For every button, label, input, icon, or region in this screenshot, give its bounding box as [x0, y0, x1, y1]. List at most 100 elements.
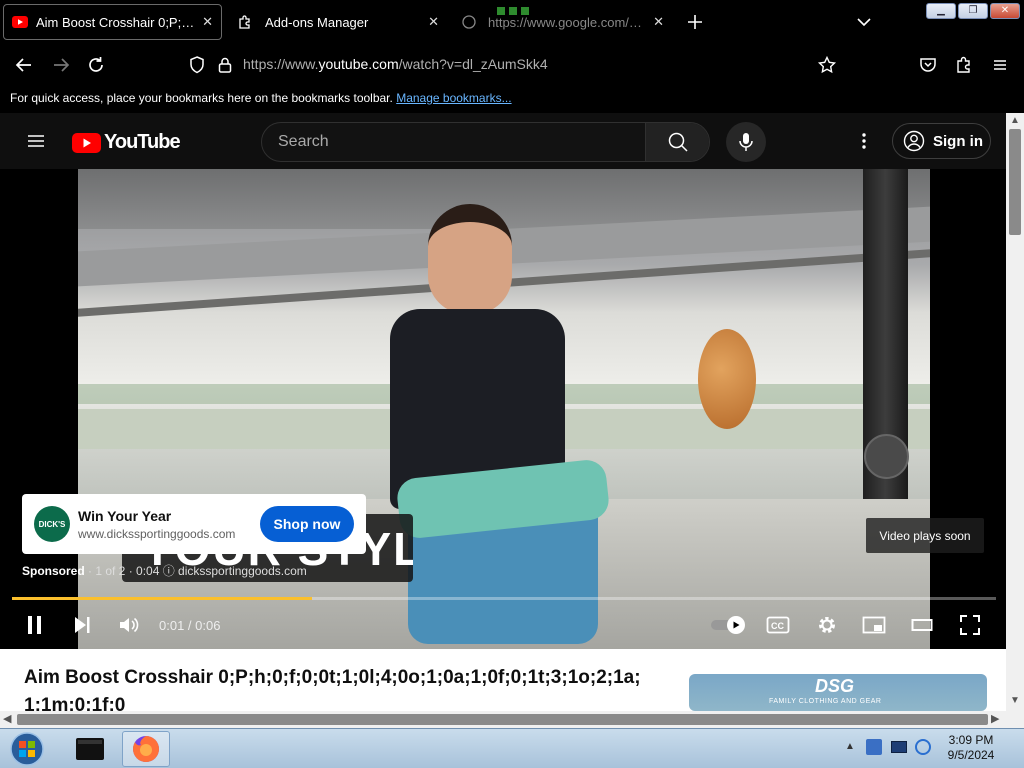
tab-label: https://www.google.com/search: [488, 14, 647, 30]
volume-tray-icon[interactable]: [915, 739, 931, 755]
settings-button[interactable]: [815, 613, 839, 637]
youtube-header: YouTube Sign in: [0, 113, 1006, 169]
dsg-tagline: FAMILY CLOTHING AND GEAR: [769, 698, 882, 705]
horizontal-scrollbar[interactable]: ◀ ▶: [0, 711, 1006, 728]
next-button[interactable]: [70, 613, 94, 637]
lock-icon[interactable]: [213, 53, 237, 77]
sign-in-button[interactable]: Sign in: [892, 123, 991, 159]
minimize-button[interactable]: ▁: [926, 3, 956, 19]
windows-orb-icon: [10, 732, 44, 766]
scroll-thumb[interactable]: [17, 714, 988, 725]
terminal-icon: [76, 738, 104, 760]
scroll-down-arrow-icon[interactable]: ▼: [1010, 695, 1020, 706]
video-info: Aim Boost Crosshair 0;P;h;0;f;0;0t;1;0l;…: [0, 649, 1006, 716]
guide-menu-icon[interactable]: [24, 129, 48, 153]
theater-mode-button[interactable]: [910, 613, 934, 637]
dicks-logo-text: DICK'S: [38, 519, 66, 529]
restore-button[interactable]: ❐: [958, 3, 988, 19]
sponsored-label: Sponsored: [22, 564, 85, 578]
youtube-logo-text: YouTube: [104, 131, 181, 153]
shop-now-button[interactable]: Shop now: [260, 506, 354, 542]
search-box[interactable]: [261, 122, 710, 162]
volume-button[interactable]: [117, 613, 141, 637]
video-plays-soon[interactable]: Video plays soon: [866, 518, 984, 553]
taskbar-app-terminal[interactable]: [66, 731, 114, 767]
close-icon[interactable]: ✕: [202, 14, 213, 30]
search-icon: [668, 132, 688, 152]
theater-icon: [911, 619, 933, 631]
tab-addons[interactable]: Add-ons Manager ✕: [229, 4, 447, 40]
pause-icon: [28, 616, 41, 634]
gear-icon: [819, 617, 835, 633]
person-head: [428, 204, 512, 314]
tab-label: Aim Boost Crosshair 0;P;h;0;f;0;: [36, 14, 196, 30]
skip-next-icon: [75, 617, 90, 633]
autoplay-icon: [711, 616, 745, 634]
reload-icon[interactable]: [84, 53, 108, 77]
sidebar-ad-banner[interactable]: DSG FAMILY CLOTHING AND GEAR: [689, 674, 987, 711]
forward-arrow-icon[interactable]: [49, 53, 73, 77]
video-player[interactable]: YOUR STYLE. DICK'S Win Your Year www.dic…: [0, 169, 1006, 649]
scroll-right-arrow-icon[interactable]: ▶: [991, 712, 999, 725]
captions-button[interactable]: CC: [766, 613, 790, 637]
search-input[interactable]: [262, 123, 647, 161]
account-icon: [903, 130, 925, 152]
bookmarks-message: For quick access, place your bookmarks h…: [10, 91, 393, 105]
search-button[interactable]: [645, 123, 709, 161]
clock[interactable]: 3:09 PM 9/5/2024: [940, 733, 1002, 763]
sign-in-label: Sign in: [933, 132, 983, 150]
taskbar-app-firefox[interactable]: [122, 731, 170, 767]
puzzle-icon: [239, 15, 250, 29]
fullscreen-button[interactable]: [958, 613, 982, 637]
tab-strip: Aim Boost Crosshair 0;P;h;0;f;0; ✕ Add-o…: [0, 0, 1024, 44]
miniplayer-icon: [862, 616, 886, 634]
fullscreen-icon: [960, 615, 980, 635]
bookmark-star-icon[interactable]: [815, 53, 839, 77]
url-prefix: https://www.: [243, 56, 319, 72]
shield-icon[interactable]: [185, 53, 209, 77]
progress-bar[interactable]: [12, 597, 996, 600]
globe-icon: [462, 15, 476, 29]
network-icon[interactable]: [891, 741, 907, 753]
tab-youtube[interactable]: Aim Boost Crosshair 0;P;h;0;f;0; ✕: [3, 4, 222, 40]
extensions-icon[interactable]: [952, 53, 976, 77]
youtube-icon: [12, 16, 28, 28]
clock-date: 9/5/2024: [947, 748, 995, 762]
svg-text:CC: CC: [771, 621, 784, 631]
pillar-gauge: [864, 434, 909, 479]
scroll-up-arrow-icon[interactable]: ▲: [1010, 115, 1020, 126]
menu-hamburger-icon[interactable]: [988, 53, 1012, 77]
url-path: /watch?v=dl_zAumSkk4: [398, 56, 548, 72]
close-window-button[interactable]: ✕: [990, 3, 1020, 19]
autoplay-toggle[interactable]: [710, 613, 746, 637]
start-button[interactable]: [3, 731, 51, 767]
miniplayer-button[interactable]: [862, 613, 886, 637]
url-domain: youtube.com: [318, 56, 399, 72]
tray-app-icon[interactable]: [866, 739, 882, 755]
tray-overflow-icon[interactable]: ▲: [845, 741, 855, 752]
pocket-icon[interactable]: [916, 53, 940, 77]
url-bar[interactable]: https://www.youtube.com/watch?v=dl_zAumS…: [243, 56, 548, 72]
new-tab-plus-icon[interactable]: [683, 10, 707, 34]
close-icon[interactable]: ✕: [428, 14, 439, 30]
pause-button[interactable]: [23, 613, 47, 637]
tab-google[interactable]: https://www.google.com/search ✕: [454, 4, 672, 40]
voice-search-button[interactable]: [726, 122, 766, 162]
youtube-logo[interactable]: YouTube: [72, 131, 181, 154]
youtube-logo-icon: [72, 132, 101, 153]
hamster-sticker: [698, 329, 756, 429]
sponsored-meta: · 1 of 2 · 0:04 ⓘ dickssportinggoods.com: [84, 564, 307, 578]
scroll-thumb[interactable]: [1009, 129, 1021, 235]
dicks-logo: DICK'S: [34, 506, 70, 542]
list-all-tabs-chevron-icon[interactable]: [852, 10, 876, 34]
settings-kebab-icon[interactable]: [852, 129, 876, 153]
vertical-scrollbar[interactable]: ▲ ▼: [1006, 113, 1024, 711]
scroll-left-arrow-icon[interactable]: ◀: [3, 712, 11, 725]
firefox-icon: [133, 736, 159, 762]
progress-fill: [12, 597, 313, 600]
close-icon[interactable]: ✕: [653, 14, 664, 30]
sponsored-badge: Sponsored · 1 of 2 · 0:04 ⓘ dickssportin…: [22, 562, 307, 579]
manage-bookmarks-link[interactable]: Manage bookmarks...: [396, 91, 511, 105]
tab-label: Add-ons Manager: [265, 14, 369, 30]
back-arrow-icon[interactable]: [12, 53, 36, 77]
